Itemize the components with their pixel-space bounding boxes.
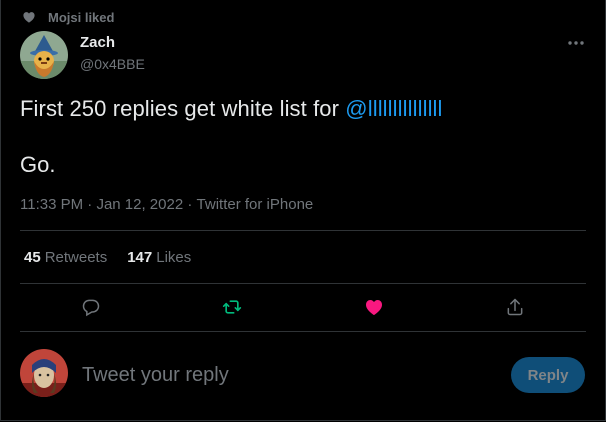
retweets-label: Retweets bbox=[44, 249, 108, 266]
likes-label: Likes bbox=[156, 249, 192, 266]
social-context-text: Mojsi liked bbox=[48, 9, 115, 25]
meta-separator: · bbox=[183, 196, 197, 213]
tweet-text-line1: First 250 replies get white list for @ll… bbox=[20, 96, 443, 122]
tweet-meta: 11:33 PM · Jan 12, 2022 · Twitter for iP… bbox=[20, 196, 313, 213]
tweet-time[interactable]: 11:33 PM bbox=[20, 196, 83, 213]
author-handle[interactable]: @0x4BBE bbox=[80, 56, 145, 72]
comment-icon bbox=[82, 299, 100, 317]
tweet-stats: 45 Retweets 147 Likes bbox=[24, 249, 191, 266]
mention-link[interactable]: @lllllllllllllll bbox=[345, 96, 442, 121]
retweets-count: 45 bbox=[24, 249, 41, 266]
likes-stat[interactable]: 147 Likes bbox=[127, 249, 191, 266]
divider bbox=[20, 331, 586, 332]
share-action-button[interactable] bbox=[504, 296, 526, 318]
action-bar bbox=[20, 292, 586, 322]
social-context: Mojsi liked bbox=[22, 9, 114, 25]
author-name[interactable]: Zach bbox=[80, 34, 115, 51]
like-action-button[interactable] bbox=[363, 296, 385, 318]
tweet-date[interactable]: Jan 12, 2022 bbox=[96, 196, 183, 213]
reply-input[interactable] bbox=[82, 360, 492, 390]
reply-button[interactable]: Reply bbox=[511, 357, 585, 393]
likes-count: 147 bbox=[127, 249, 153, 266]
more-options-button[interactable] bbox=[566, 36, 586, 50]
heart-icon bbox=[23, 12, 35, 23]
user-avatar[interactable] bbox=[20, 349, 68, 397]
divider bbox=[20, 283, 586, 284]
tweet-text-line2: Go. bbox=[20, 152, 56, 177]
more-icon bbox=[568, 41, 584, 45]
meta-separator: · bbox=[83, 196, 97, 213]
tweet-source[interactable]: Twitter for iPhone bbox=[197, 196, 314, 213]
retweet-action-button[interactable] bbox=[221, 296, 243, 318]
retweet-icon bbox=[222, 300, 242, 314]
heart-icon bbox=[366, 300, 382, 315]
author-avatar[interactable] bbox=[20, 31, 68, 79]
divider bbox=[20, 230, 586, 231]
share-icon bbox=[507, 298, 523, 316]
retweets-stat[interactable]: 45 Retweets bbox=[24, 249, 107, 266]
reply-action-button[interactable] bbox=[80, 296, 102, 318]
tweet-text: First 250 replies get white list for bbox=[20, 96, 346, 121]
